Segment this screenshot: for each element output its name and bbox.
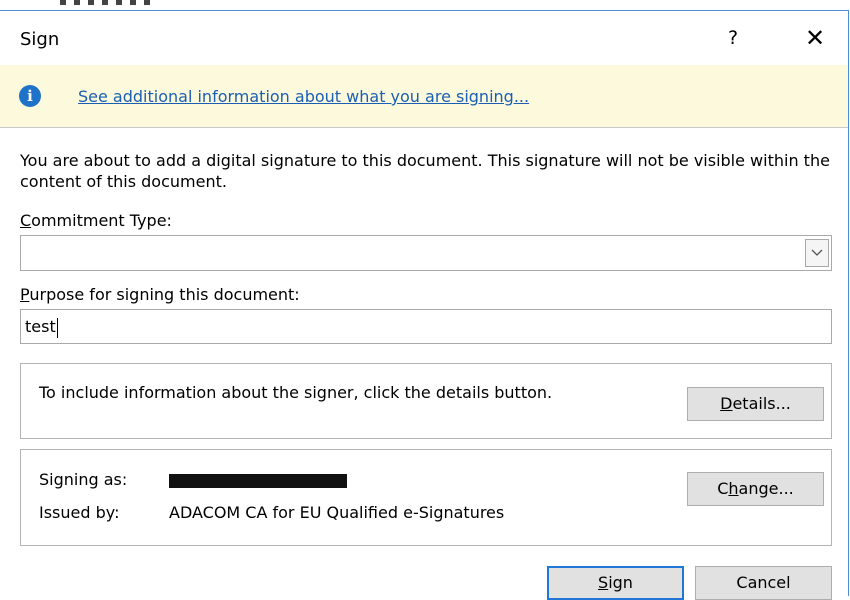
signing-as-value bbox=[169, 470, 347, 489]
purpose-access-key: P bbox=[20, 285, 30, 304]
info-bar: i See additional information about what … bbox=[0, 65, 848, 128]
background-fragment bbox=[60, 0, 150, 5]
change-access-key: h bbox=[728, 479, 739, 498]
dialog-title: Sign bbox=[20, 29, 60, 50]
signing-as-label: Signing as: bbox=[39, 470, 128, 489]
change-button[interactable]: Change... bbox=[687, 472, 824, 506]
change-button-label: ange... bbox=[738, 479, 794, 498]
title-bar: Sign ? ✕ bbox=[0, 11, 848, 65]
sign-button[interactable]: Sign bbox=[547, 566, 684, 600]
help-button[interactable]: ? bbox=[718, 23, 748, 53]
close-icon[interactable]: ✕ bbox=[797, 23, 833, 53]
background-window-strip bbox=[0, 0, 850, 10]
details-button[interactable]: Details... bbox=[687, 387, 824, 421]
purpose-input-value: test bbox=[25, 317, 56, 336]
cancel-button[interactable]: Cancel bbox=[695, 566, 832, 600]
purpose-label-text: urpose for signing this document: bbox=[29, 285, 300, 304]
details-button-label: etails... bbox=[732, 394, 791, 413]
details-access-key: D bbox=[720, 394, 733, 413]
signer-details-group: To include information about the signer,… bbox=[20, 363, 832, 439]
commitment-type-label-text: ommitment Type: bbox=[31, 211, 172, 230]
sign-dialog: Sign ? ✕ i See additional information ab… bbox=[0, 10, 849, 600]
issued-by-label: Issued by: bbox=[39, 503, 120, 522]
text-caret bbox=[56, 317, 58, 338]
commitment-type-label: Commitment Type: bbox=[20, 211, 172, 230]
sign-access-key: S bbox=[598, 573, 609, 592]
purpose-label: Purpose for signing this document: bbox=[20, 285, 300, 304]
signing-identity-group: Signing as: Issued by: ADACOM CA for EU … bbox=[20, 449, 832, 546]
info-icon: i bbox=[19, 85, 41, 107]
signature-description: You are about to add a digital signature… bbox=[20, 151, 830, 191]
commitment-type-select[interactable] bbox=[20, 235, 832, 271]
signer-details-text: To include information about the signer,… bbox=[39, 383, 553, 402]
chevron-down-icon[interactable] bbox=[805, 239, 829, 267]
additional-info-link[interactable]: See additional information about what yo… bbox=[78, 87, 529, 106]
issued-by-value: ADACOM CA for EU Qualified e-Signatures bbox=[169, 503, 505, 522]
change-button-prefix: C bbox=[717, 479, 729, 498]
commitment-type-access-key: C bbox=[20, 211, 32, 230]
sign-button-label: ign bbox=[608, 573, 633, 592]
redacted-name bbox=[169, 473, 347, 488]
purpose-input[interactable]: test bbox=[20, 309, 832, 344]
